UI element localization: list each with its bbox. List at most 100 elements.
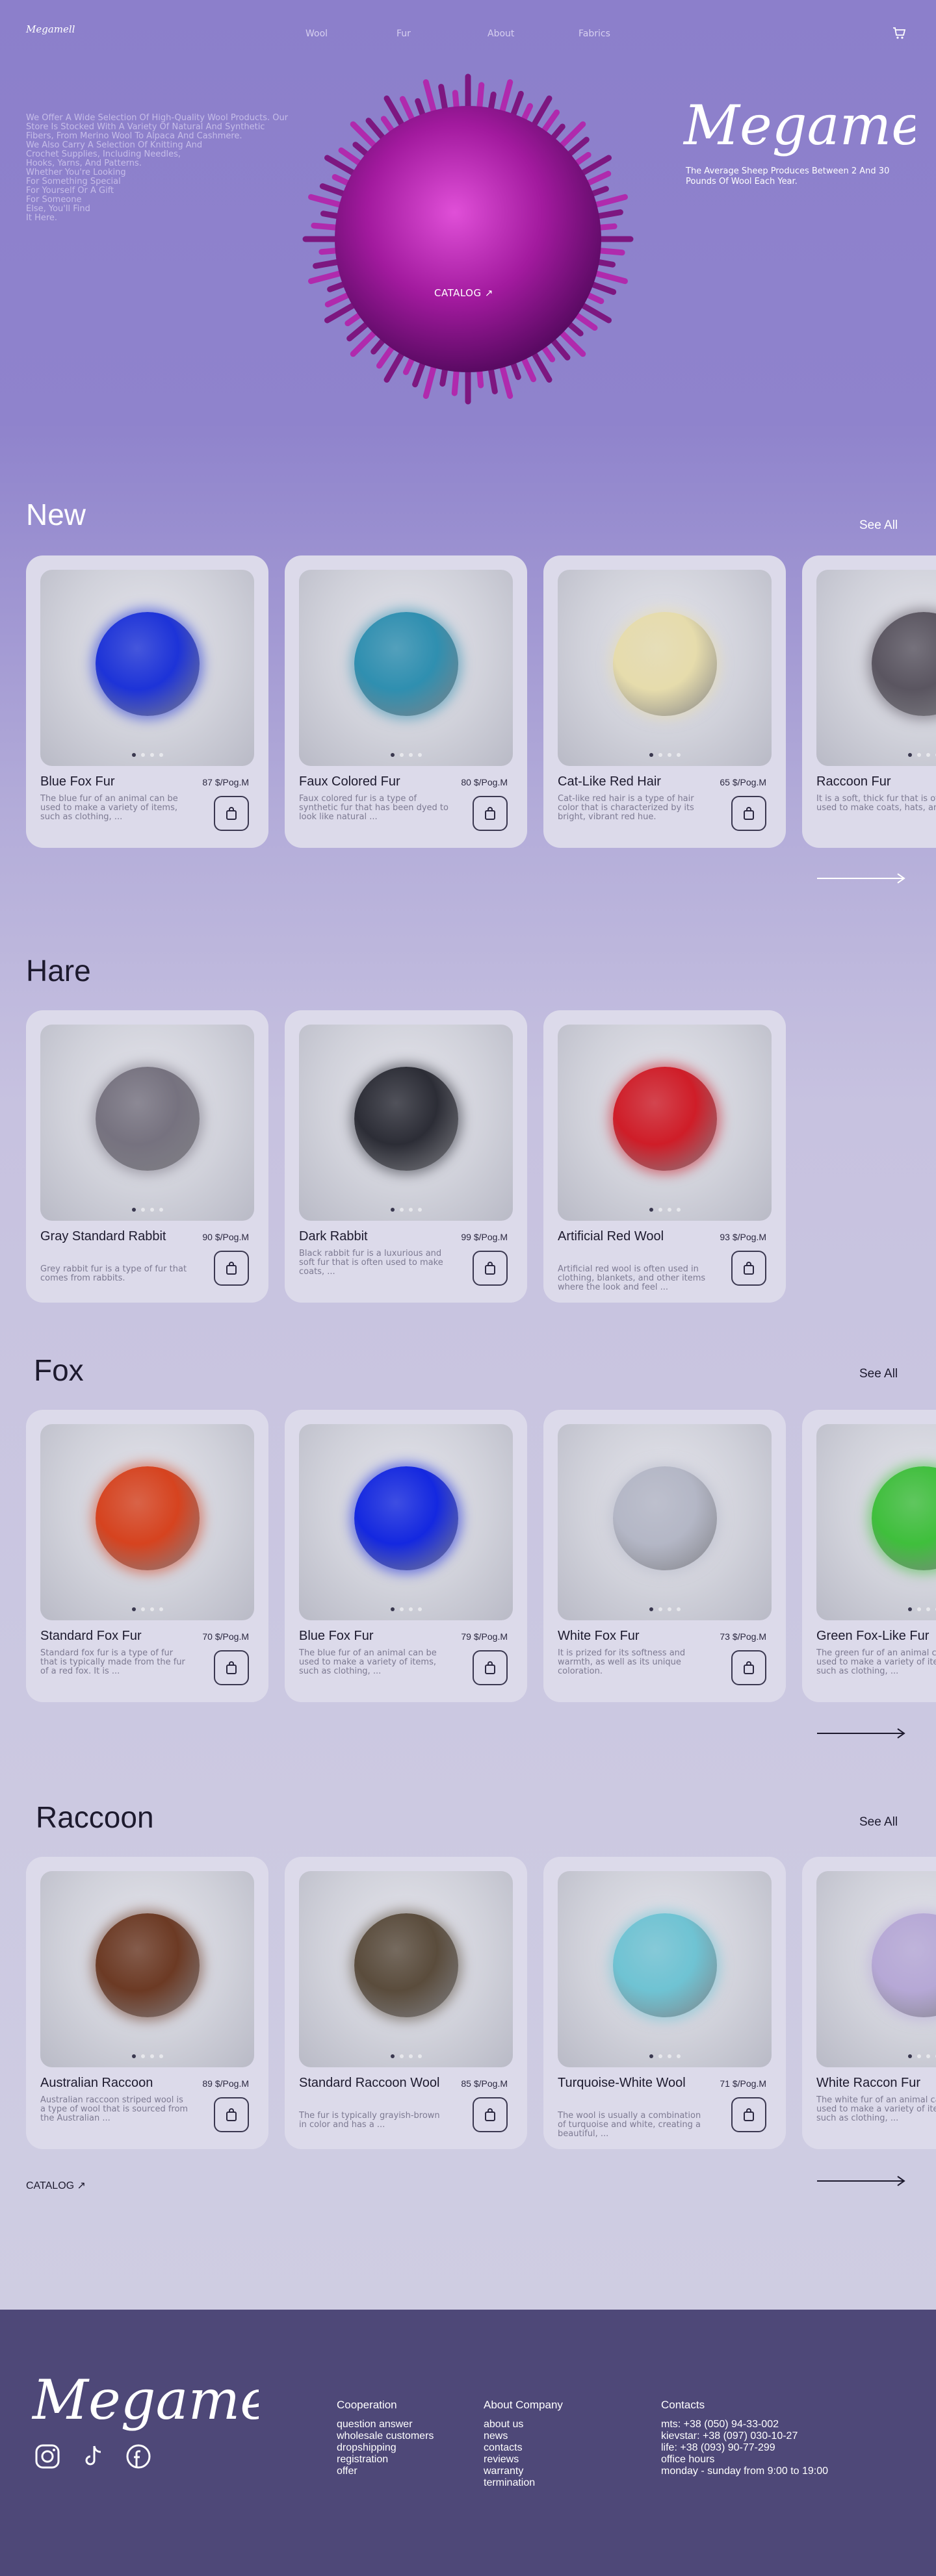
product-name[interactable]: Turquoise-White Wool xyxy=(558,2076,701,2090)
phone-kievstar[interactable]: kievstar: +38 (097) 030-10-27 xyxy=(661,2430,828,2442)
carousel-dots[interactable] xyxy=(40,1607,254,1611)
header-logo[interactable]: Megamell xyxy=(26,23,75,35)
product-image[interactable] xyxy=(40,570,254,766)
footer-link[interactable]: termination xyxy=(484,2477,563,2489)
product-image[interactable] xyxy=(299,1025,513,1221)
product-image[interactable] xyxy=(558,1025,772,1221)
product-name[interactable]: Gray Standard Rabbit xyxy=(40,1230,183,1243)
carousel-dots[interactable] xyxy=(558,2054,772,2058)
product-card[interactable]: Cat-Like Red Hair 65 $/Pog.M Cat-like red … xyxy=(543,555,786,848)
product-card[interactable]: Standard Fox Fur 70 $/Pog.M Standard fox f… xyxy=(26,1410,268,1702)
carousel-dots[interactable] xyxy=(816,753,936,757)
product-card[interactable]: Artificial Red Wool 93 $/Pog.M Artificial … xyxy=(543,1010,786,1303)
product-image[interactable] xyxy=(299,1424,513,1620)
carousel-dots[interactable] xyxy=(558,1208,772,1212)
product-name[interactable]: Dark Rabbit xyxy=(299,1230,442,1243)
product-name[interactable]: Artificial Red Wool xyxy=(558,1230,701,1243)
footer-link[interactable]: question answer xyxy=(337,2419,434,2430)
product-name[interactable]: Cat-Like Red Hair xyxy=(558,775,701,789)
product-card[interactable]: Blue Fox Fur 87 $/Pog.M The blue fur of an… xyxy=(26,555,268,848)
next-arrow-icon[interactable] xyxy=(816,872,907,885)
product-card[interactable]: Green Fox-Like Fur The green fur of an an… xyxy=(802,1410,936,1702)
product-name[interactable]: Faux Colored Fur xyxy=(299,775,442,789)
footer-link[interactable]: warranty xyxy=(484,2466,563,2477)
add-to-cart-button[interactable] xyxy=(214,2097,249,2132)
product-image[interactable] xyxy=(299,570,513,766)
add-to-cart-button[interactable] xyxy=(214,796,249,831)
product-card[interactable]: Raccoon Fur It is a soft, thick fur that … xyxy=(802,555,936,848)
footer-link[interactable]: wholesale customers xyxy=(337,2430,434,2442)
tiktok-icon[interactable] xyxy=(79,2443,107,2470)
footer-link[interactable]: offer xyxy=(337,2466,434,2477)
carousel-dots[interactable] xyxy=(40,753,254,757)
product-image[interactable] xyxy=(40,1424,254,1620)
catalog-link[interactable]: CATALOG ↗ xyxy=(26,2179,86,2192)
product-card[interactable]: Blue Fox Fur 79 $/Pog.M The blue fur of an… xyxy=(285,1410,527,1702)
footer-link[interactable]: about us xyxy=(484,2419,563,2430)
product-card[interactable]: White Raccon Fur The white fur of an anim… xyxy=(802,1857,936,2149)
product-image[interactable] xyxy=(558,1424,772,1620)
product-card[interactable]: Faux Colored Fur 80 $/Pog.M Faux colored f… xyxy=(285,555,527,848)
see-all-fox[interactable]: See All xyxy=(859,1367,898,1381)
footer-link[interactable]: reviews xyxy=(484,2454,563,2466)
cart-icon[interactable] xyxy=(892,26,906,40)
product-image[interactable] xyxy=(558,1871,772,2067)
next-arrow-icon[interactable] xyxy=(816,2174,907,2187)
add-to-cart-button[interactable] xyxy=(214,1251,249,1286)
carousel-dots[interactable] xyxy=(40,1208,254,1212)
product-name[interactable]: White Raccon Fur xyxy=(816,2076,936,2090)
add-to-cart-button[interactable] xyxy=(214,1650,249,1685)
product-name[interactable]: Australian Raccoon xyxy=(40,2076,183,2090)
product-image[interactable] xyxy=(299,1871,513,2067)
footer-link[interactable]: news xyxy=(484,2430,563,2442)
add-to-cart-button[interactable] xyxy=(473,796,508,831)
add-to-cart-button[interactable] xyxy=(473,2097,508,2132)
nav-fabrics[interactable]: Fabrics xyxy=(578,29,670,39)
product-name[interactable]: Standard Raccoon Wool xyxy=(299,2076,442,2090)
footer-link[interactable]: contacts xyxy=(484,2442,563,2454)
product-card[interactable]: Australian Raccoon 89 $/Pog.M Australian r… xyxy=(26,1857,268,2149)
product-name[interactable]: White Fox Fur xyxy=(558,1629,701,1643)
facebook-icon[interactable] xyxy=(125,2443,152,2470)
carousel-dots[interactable] xyxy=(299,753,513,757)
phone-life[interactable]: life: +38 (093) 90-77-299 xyxy=(661,2442,828,2454)
product-name[interactable]: Green Fox-Like Fur xyxy=(816,1629,936,1643)
add-to-cart-button[interactable] xyxy=(731,796,766,831)
product-name[interactable]: Standard Fox Fur xyxy=(40,1629,183,1643)
phone-mts[interactable]: mts: +38 (050) 94-33-002 xyxy=(661,2419,828,2430)
carousel-dots[interactable] xyxy=(299,1208,513,1212)
product-image[interactable] xyxy=(40,1025,254,1221)
product-card[interactable]: Standard Raccoon Wool 85 $/Pog.M The fur i… xyxy=(285,1857,527,2149)
product-name[interactable]: Blue Fox Fur xyxy=(299,1629,442,1643)
product-name[interactable]: Raccoon Fur xyxy=(816,775,936,789)
product-card[interactable]: Dark Rabbit 99 $/Pog.M Black rabbit fur is… xyxy=(285,1010,527,1303)
product-image[interactable] xyxy=(558,570,772,766)
carousel-dots[interactable] xyxy=(558,753,772,757)
carousel-dots[interactable] xyxy=(816,2054,936,2058)
product-image[interactable] xyxy=(816,570,936,766)
product-card[interactable]: Gray Standard Rabbit 90 $/Pog.M Grey rabbi… xyxy=(26,1010,268,1303)
product-name[interactable]: Blue Fox Fur xyxy=(40,775,183,789)
see-all-new[interactable]: See All xyxy=(859,518,898,533)
carousel-dots[interactable] xyxy=(40,2054,254,2058)
footer-link[interactable]: registration xyxy=(337,2454,434,2466)
see-all-raccoon[interactable]: See All xyxy=(859,1815,898,1830)
carousel-dots[interactable] xyxy=(299,1607,513,1611)
nav-wool[interactable]: Wool xyxy=(306,29,396,39)
instagram-icon[interactable] xyxy=(34,2443,61,2470)
product-image[interactable] xyxy=(40,1871,254,2067)
product-card[interactable]: White Fox Fur 73 $/Pog.M It is prized for … xyxy=(543,1410,786,1702)
carousel-dots[interactable] xyxy=(558,1607,772,1611)
add-to-cart-button[interactable] xyxy=(473,1251,508,1286)
nav-fur[interactable]: Fur xyxy=(396,29,488,39)
next-arrow-icon[interactable] xyxy=(816,1727,907,1740)
add-to-cart-button[interactable] xyxy=(731,1650,766,1685)
product-card[interactable]: Turquoise-White Wool 71 $/Pog.M The wool i… xyxy=(543,1857,786,2149)
hero-catalog-link[interactable]: CATALOG ↗ xyxy=(434,287,493,299)
add-to-cart-button[interactable] xyxy=(473,1650,508,1685)
footer-logo[interactable]: Megamell xyxy=(31,2367,307,2432)
carousel-dots[interactable] xyxy=(299,2054,513,2058)
product-image[interactable] xyxy=(816,1871,936,2067)
add-to-cart-button[interactable] xyxy=(731,2097,766,2132)
carousel-dots[interactable] xyxy=(816,1607,936,1611)
